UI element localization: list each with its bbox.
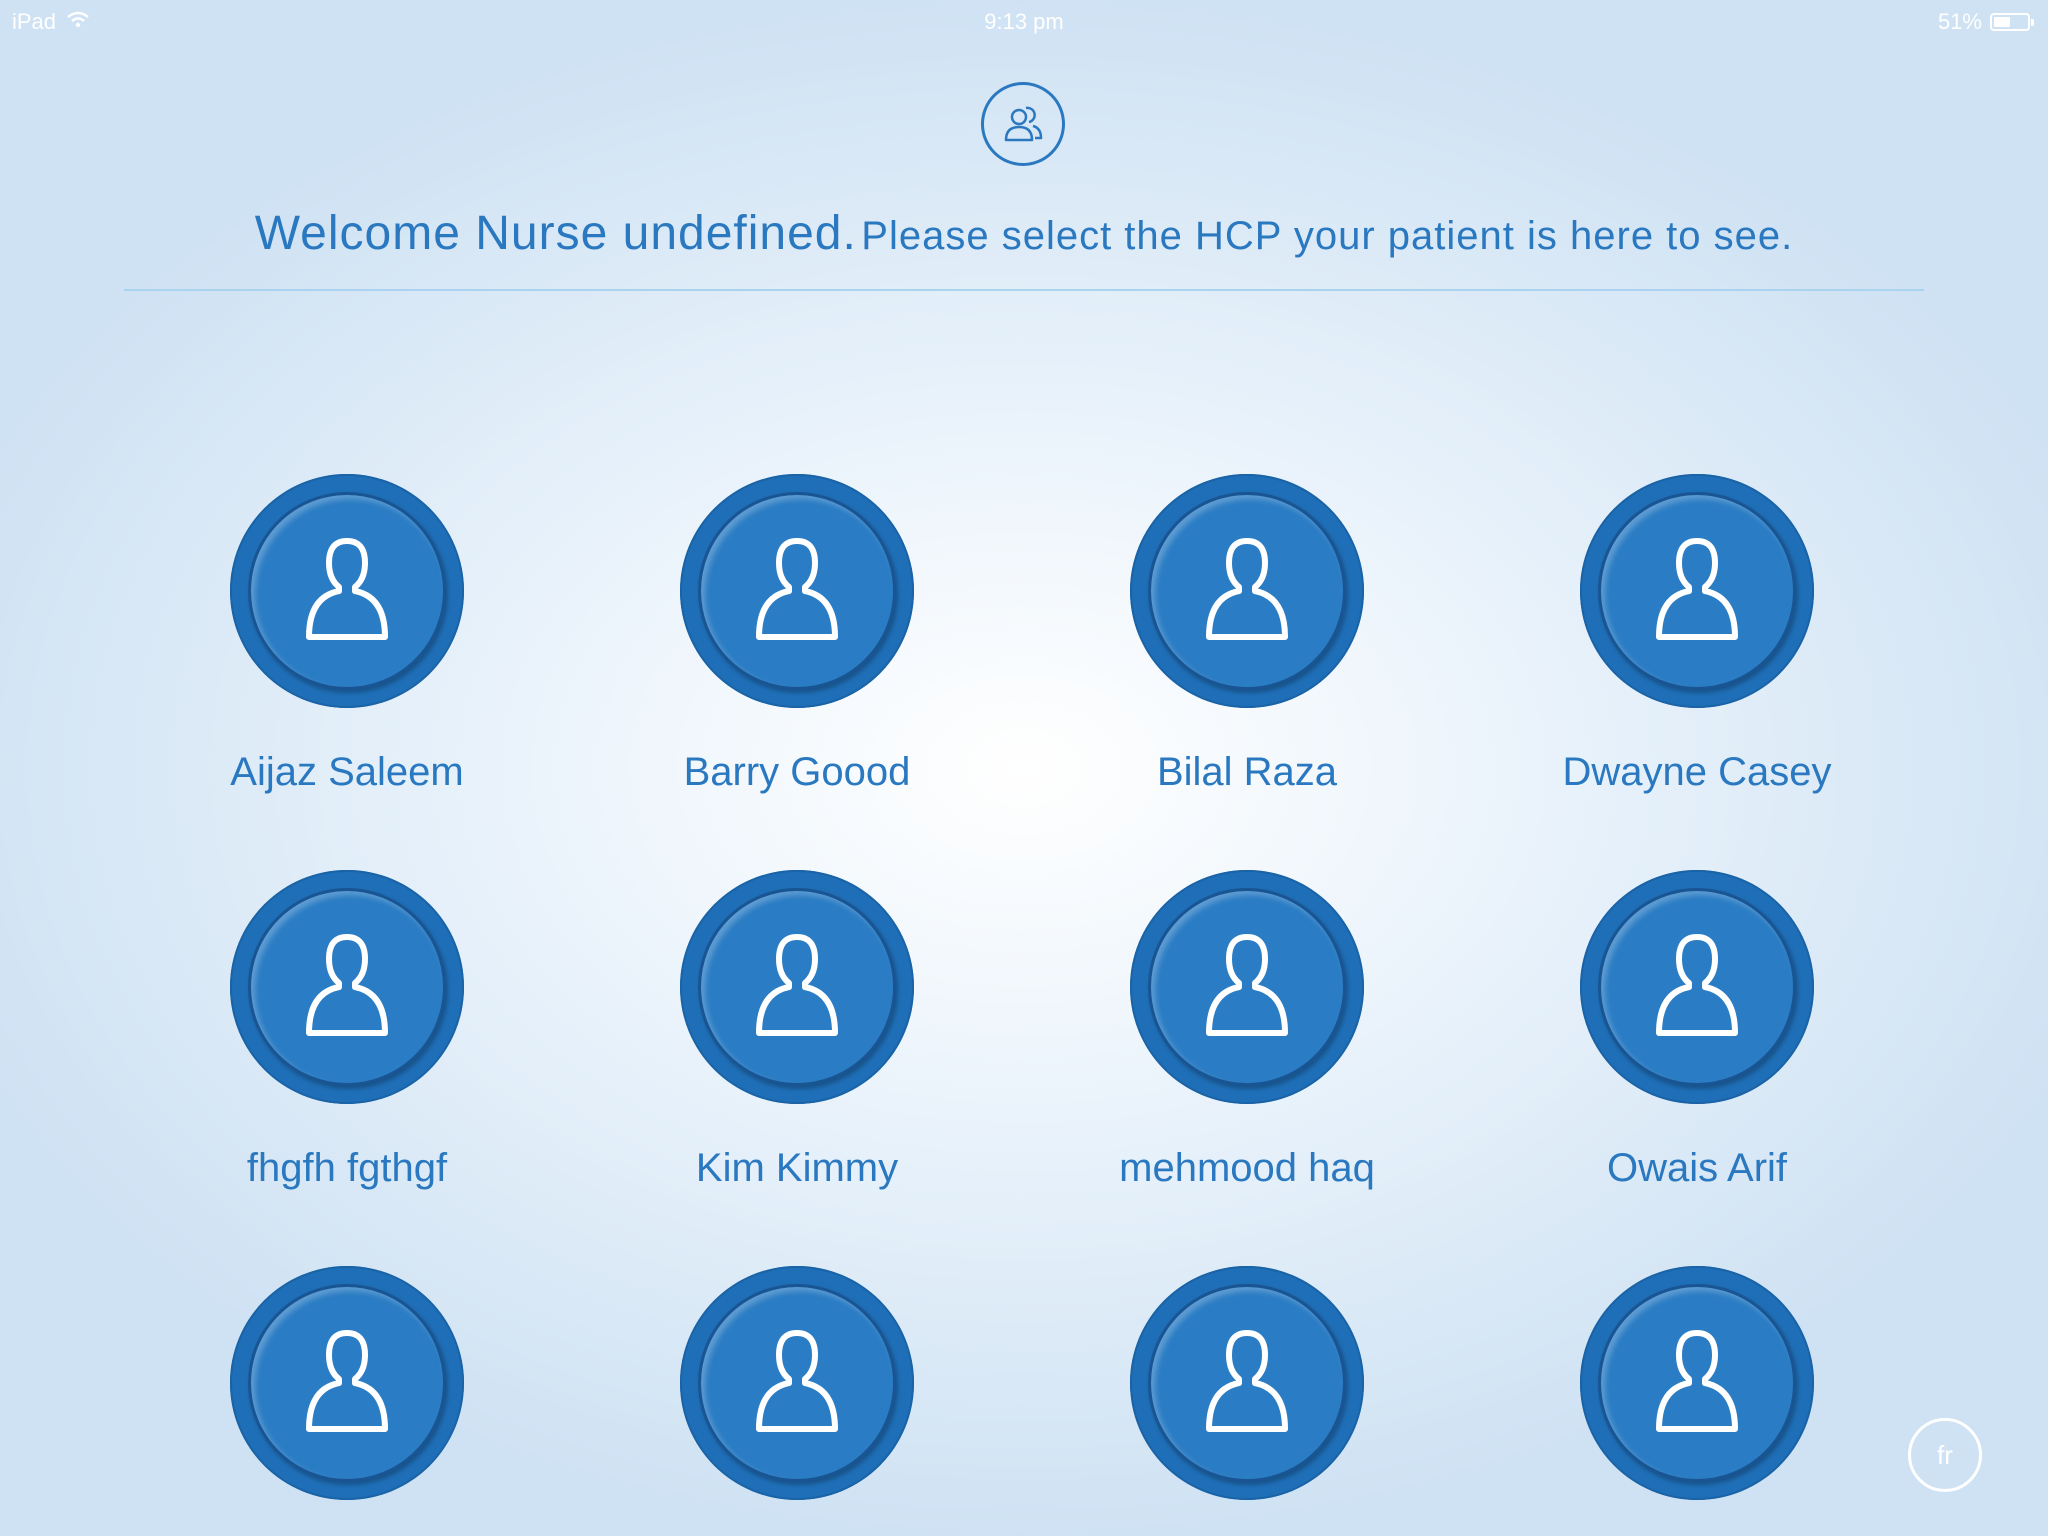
hcp-avatar <box>248 888 446 1086</box>
hcp-name: fhgfh fgthgf <box>246 1146 448 1190</box>
hcp-avatar-button[interactable] <box>230 870 464 1104</box>
battery-fill <box>1994 17 2010 27</box>
header-divider <box>124 289 1924 291</box>
hcp-avatar <box>1598 492 1796 690</box>
status-time: 9:13 pm <box>984 9 1064 34</box>
hcp-name: Owais Arif <box>1606 1146 1788 1190</box>
person-icon <box>299 929 395 1046</box>
hcp-avatar-button[interactable] <box>1580 474 1814 708</box>
battery-icon <box>1990 13 2034 31</box>
hcp-avatar <box>1598 1284 1796 1482</box>
hcp-avatar <box>1148 888 1346 1086</box>
status-bar: iPad 9:13 pm 51% <box>0 0 2048 42</box>
hcp-name: Kim Kimmy <box>695 1146 899 1190</box>
person-icon <box>749 929 845 1046</box>
hcp-avatar <box>248 492 446 690</box>
person-icon <box>1199 533 1295 650</box>
hcp-avatar <box>1148 1284 1346 1482</box>
person-icon <box>1649 533 1745 650</box>
person-icon <box>749 1325 845 1442</box>
hcp-avatar-button[interactable] <box>1130 474 1364 708</box>
hcp-avatar <box>698 1284 896 1482</box>
language-button[interactable]: fr <box>1908 1418 1982 1492</box>
users-icon <box>981 82 1065 166</box>
hcp-avatar <box>1148 492 1346 690</box>
hcp-avatar-button[interactable] <box>230 1266 464 1500</box>
person-icon <box>299 533 395 650</box>
hcp-name: Bilal Raza <box>1156 750 1338 794</box>
hcp-avatar-button[interactable] <box>1130 870 1364 1104</box>
person-icon <box>1199 929 1295 1046</box>
hcp-avatar <box>698 492 896 690</box>
hcp-name: Barry Goood <box>683 750 911 794</box>
hcp-name: Dwayne Casey <box>1562 750 1832 794</box>
hcp-avatar-button[interactable] <box>680 870 914 1104</box>
status-right: 51% <box>1937 9 2034 35</box>
person-icon <box>299 1325 395 1442</box>
hcp-avatar-button[interactable] <box>1580 870 1814 1104</box>
battery-percent: 51% <box>1937 9 1982 34</box>
hcp-avatar <box>248 1284 446 1482</box>
hcp-avatar <box>1598 888 1796 1086</box>
person-icon <box>1649 929 1745 1046</box>
hcp-name: mehmood haq <box>1119 1146 1375 1190</box>
hcp-avatar-button[interactable] <box>680 474 914 708</box>
hcp-avatar <box>698 888 896 1086</box>
welcome-heading: Welcome Nurse undefined. <box>254 207 857 260</box>
hcp-avatar-button[interactable] <box>1580 1266 1814 1500</box>
hcp-avatar-button[interactable] <box>230 474 464 708</box>
person-icon <box>749 533 845 650</box>
welcome-instructions: Please select the HCP your patient is he… <box>861 214 1794 258</box>
hcp-avatar-button[interactable] <box>680 1266 914 1500</box>
page-title: Welcome Nurse undefined. Please select t… <box>0 206 2048 261</box>
hcp-avatar-button[interactable] <box>1130 1266 1364 1500</box>
hcp-name: Aijaz Saleem <box>230 750 464 794</box>
person-icon <box>1649 1325 1745 1442</box>
person-icon <box>1199 1325 1295 1442</box>
